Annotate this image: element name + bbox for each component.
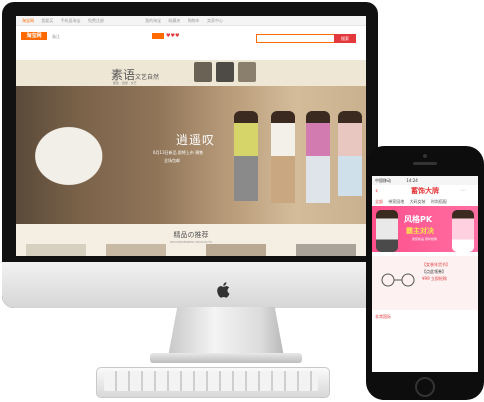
product-thumbnail[interactable] xyxy=(216,62,234,82)
hero-subtitle: 6月13日新品 即将上市 预售 xyxy=(153,150,204,155)
site-header xyxy=(16,26,366,60)
tab-item[interactable]: 带家园地 xyxy=(388,199,404,204)
speaker-grille xyxy=(413,162,437,165)
product-thumbnail[interactable] xyxy=(238,62,256,82)
site-logo[interactable]: 淘宝网 xyxy=(21,32,47,40)
camera-icon xyxy=(423,154,427,158)
model-figure xyxy=(271,111,295,211)
carrier-label: 中国移动 xyxy=(375,178,391,183)
site-topbar: 淘宝网 我要买 手机逛淘宝 免费注册 我的淘宝 收藏夹 购物车 卖家中心 xyxy=(16,16,366,26)
promo-badge xyxy=(152,33,164,39)
promo-line-1: 【女装年货节】 xyxy=(422,262,450,267)
product-card[interactable] xyxy=(296,244,356,256)
model-figure xyxy=(338,111,362,211)
promo-line-2: 【点此领券】 xyxy=(422,269,446,274)
imac-chin xyxy=(2,262,378,308)
banner-subtitle: 霸主对决 xyxy=(406,227,434,235)
mobile-footer-label: 非常国际 xyxy=(372,312,478,322)
status-time: 14:24 xyxy=(406,178,418,183)
brand-tagline: 随性 · 自然 · 文艺 xyxy=(113,81,137,85)
topbar-item[interactable]: 手机逛淘宝 xyxy=(61,18,81,23)
keyboard-keys xyxy=(104,371,318,391)
tab-item[interactable]: 时尚搭配 xyxy=(431,199,447,204)
topbar-item[interactable]: 卖家中心 xyxy=(207,18,223,23)
search-input[interactable] xyxy=(256,34,336,43)
banner-model-left xyxy=(376,210,398,252)
status-bar: 中国移动 14:24 xyxy=(372,176,478,185)
imac-stand xyxy=(168,307,284,357)
hero-title: 逍遥叹 xyxy=(176,133,216,147)
topbar-item[interactable]: 免费注册 xyxy=(88,18,104,23)
tab-item[interactable]: 大码女装 xyxy=(410,199,426,204)
model-figure xyxy=(306,111,330,211)
topbar-item[interactable]: 收藏夹 xyxy=(168,18,180,23)
glasses-icon xyxy=(378,272,418,287)
product-card[interactable] xyxy=(106,244,166,256)
product-thumbnail[interactable] xyxy=(194,62,212,82)
banner-title: 风格PK xyxy=(404,215,433,224)
hero-subtitle-2: 全场包邮 xyxy=(164,158,180,163)
footer-label-text: 非常国际 xyxy=(375,314,391,319)
brand-title-suffix: 文艺自然 xyxy=(135,74,160,81)
banner-model-right xyxy=(452,210,474,252)
tab-item[interactable]: 全部 xyxy=(375,199,383,204)
hearts-icon: ♥♥♥ xyxy=(166,33,180,39)
promo-price[interactable]: ¥99 立即抢购 xyxy=(422,276,447,282)
banner-caption: 夏装新品 限时抢购 xyxy=(412,237,437,241)
home-button[interactable] xyxy=(415,377,435,397)
search-button[interactable]: 搜索 xyxy=(334,34,356,43)
section-title: 精品の推荐 xyxy=(173,231,209,239)
product-card[interactable] xyxy=(26,244,86,256)
topbar-item[interactable]: 购物车 xyxy=(188,18,200,23)
product-card[interactable] xyxy=(206,244,266,256)
imac-stand-base xyxy=(150,353,302,363)
brand-title-text: 素语 xyxy=(111,68,136,82)
desktop-screen: 淘宝网 我要买 手机逛淘宝 免费注册 我的淘宝 收藏夹 购物车 卖家中心 淘宝网… xyxy=(16,16,366,256)
mobile-screen: 中国移动 14:24 ‹ 蓄饰大牌 ⋯ 全部 带家园地 大码女装 时尚搭配 风格… xyxy=(372,176,478,372)
header-location: 浙江 xyxy=(52,34,60,39)
topbar-item[interactable]: 我的淘宝 xyxy=(145,18,161,23)
topbar-item[interactable]: 我要买 xyxy=(41,18,53,23)
brand-strip xyxy=(16,60,366,86)
apple-logo-icon xyxy=(217,282,230,298)
topbar-item[interactable]: 淘宝网 xyxy=(22,18,34,23)
share-icon[interactable]: ⋯ xyxy=(460,187,466,194)
model-figure xyxy=(234,111,258,211)
model-reclining-figure xyxy=(26,111,121,201)
